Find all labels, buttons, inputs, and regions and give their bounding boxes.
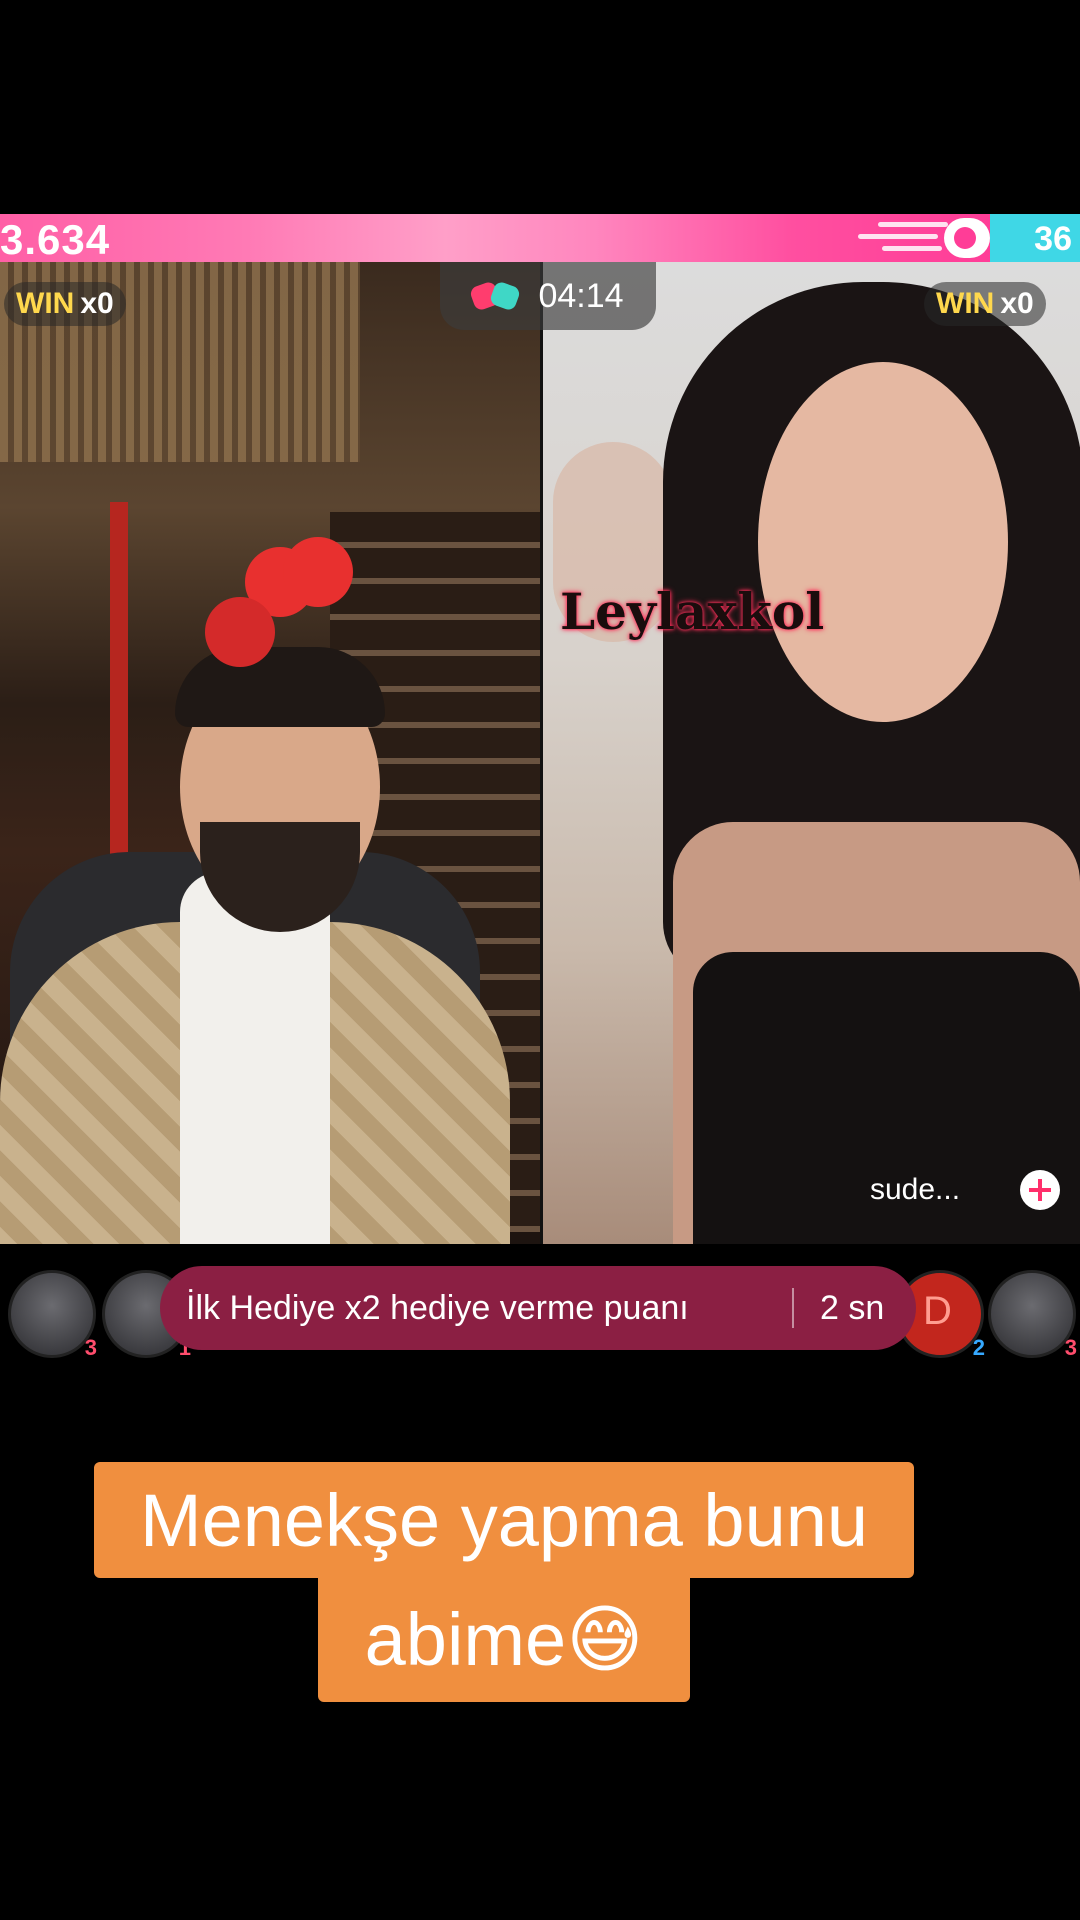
- left-score-fill: 3.634: [0, 214, 990, 263]
- promo-countdown: 2 sn: [820, 1288, 885, 1327]
- supporter-initial: D: [923, 1289, 952, 1333]
- right-score-fill: 36: [990, 214, 1080, 262]
- left-stream-video[interactable]: [0, 262, 540, 1244]
- streamer-hair: [175, 647, 385, 727]
- right-score: 36: [1034, 220, 1072, 258]
- battle-timer: 04:14: [440, 262, 656, 330]
- promo-divider: [792, 1288, 794, 1328]
- right-stream-video[interactable]: [543, 262, 1080, 1244]
- caption-line-1: Menekşe yapma bunu: [94, 1462, 914, 1578]
- battle-score-bar: 3.634 36: [0, 214, 1080, 263]
- win-count: x0: [80, 287, 114, 320]
- caption-line-2: abime😅: [318, 1578, 690, 1702]
- left-score: 3.634: [0, 216, 111, 263]
- left-win-badge: WIN x0: [4, 282, 126, 326]
- right-top-supporter-avatar[interactable]: 3: [988, 1270, 1077, 1360]
- streamer-face: [758, 362, 1008, 722]
- follow-plus-icon[interactable]: [1020, 1170, 1060, 1210]
- win-count: x0: [1000, 287, 1034, 320]
- timer-value: 04:14: [538, 276, 624, 315]
- opponent-host-name[interactable]: sude...: [870, 1166, 960, 1214]
- promo-text: İlk Hediye x2 hediye verme puanı: [186, 1288, 689, 1327]
- supporter-rank: 3: [84, 1335, 97, 1360]
- first-gift-promo-banner: İlk Hediye x2 hediye verme puanı 2 sn: [160, 1266, 916, 1350]
- win-label: WIN: [936, 287, 995, 320]
- heart-sticker-icon: [205, 527, 365, 667]
- right-win-badge: WIN x0: [924, 282, 1046, 326]
- left-top-supporter-avatar[interactable]: 3: [8, 1270, 97, 1360]
- supporter-rank: 3: [1064, 1335, 1077, 1360]
- supporter-rank: 2: [972, 1335, 985, 1360]
- boxing-gloves-icon: [469, 280, 522, 312]
- boost-icon: [944, 218, 990, 258]
- win-label: WIN: [16, 287, 75, 320]
- caption-text-1: Menekşe yapma bunu: [139, 1478, 869, 1562]
- caption-text-2: abime😅: [364, 1598, 644, 1681]
- overlay-name-tag: Leylaxkol: [560, 582, 825, 641]
